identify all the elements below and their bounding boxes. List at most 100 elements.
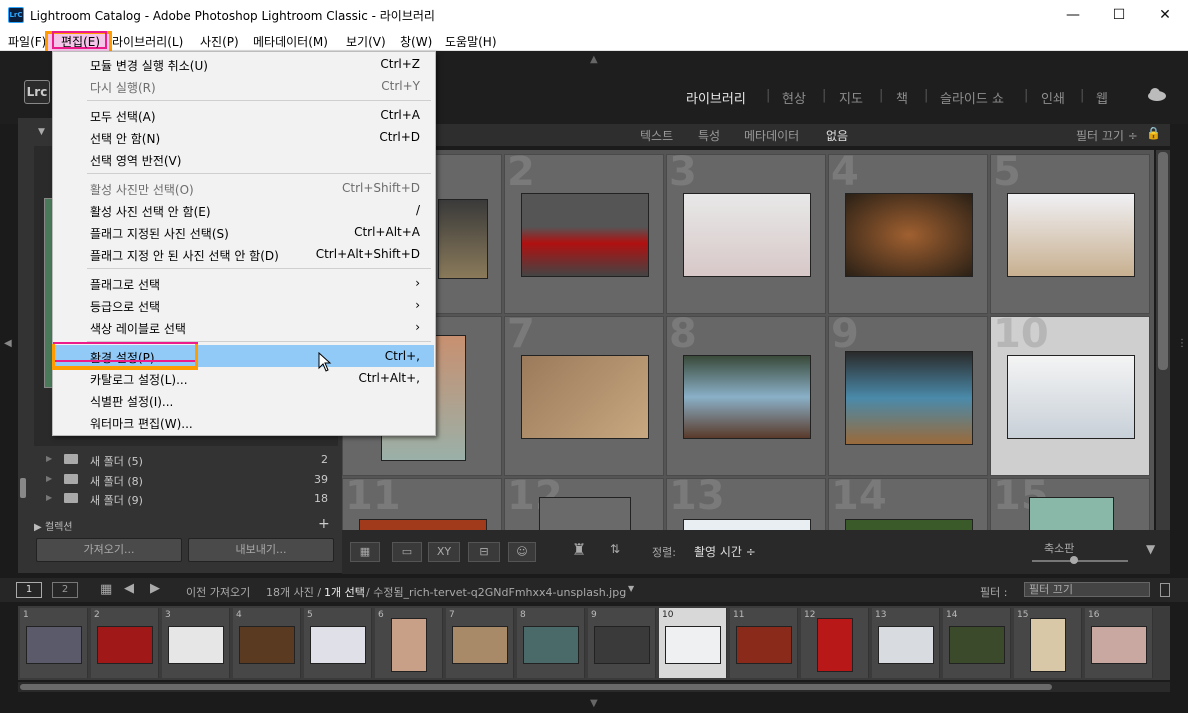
compare-view-icon[interactable]: XY	[428, 542, 460, 562]
thumbnail-slider[interactable]	[1032, 560, 1128, 562]
filter-none[interactable]: 없음	[826, 127, 848, 144]
filmstrip-thumb[interactable]: 6	[375, 608, 443, 678]
filmstrip-thumb[interactable]: 4	[233, 608, 301, 678]
collapse-bottom-icon[interactable]: ▼	[590, 698, 598, 709]
collections-header[interactable]: ▶ 컬렉션	[34, 518, 72, 533]
module-library[interactable]: 라이브러리	[686, 88, 746, 107]
filter-metadata[interactable]: 메타데이터	[744, 127, 799, 144]
menu-item-catalog-settings[interactable]: 카탈로그 설정(L)... Ctrl+Alt+,	[54, 367, 434, 389]
filter-preset[interactable]: 필터 끄기 ÷	[1076, 127, 1138, 144]
filmstrip-thumb[interactable]: 13	[872, 608, 940, 678]
sort-select[interactable]: 촬영 시간 ÷	[694, 543, 756, 560]
maximize-icon[interactable]: ☐	[1096, 0, 1142, 30]
back-arrow-icon[interactable]: ◀	[124, 581, 134, 596]
cloud-icon[interactable]	[1146, 86, 1168, 102]
folder-item[interactable]: ▶ 새 폴더 (9) 18	[34, 489, 334, 508]
module-book[interactable]: 책	[896, 88, 908, 107]
grid-cell[interactable]: 4	[828, 150, 988, 314]
collapse-top-icon[interactable]: ▲	[590, 54, 598, 65]
menu-item-identity-plate[interactable]: 식별판 설정(I)...	[54, 389, 434, 411]
minimize-icon[interactable]: —	[1050, 0, 1096, 30]
module-print[interactable]: 인쇄	[1041, 88, 1065, 107]
menu-item-undo[interactable]: 모듈 변경 실행 취소(U) Ctrl+Z	[54, 53, 434, 75]
grid-cell[interactable]: 9	[828, 311, 988, 476]
menu-item-select-none[interactable]: 선택 안 함(N) Ctrl+D	[54, 126, 434, 148]
monitor-2-button[interactable]: 2	[52, 582, 78, 598]
filmstrip-thumb[interactable]: 7	[446, 608, 514, 678]
grid-cell-selected[interactable]: 10	[990, 311, 1150, 476]
filmstrip-thumb-selected[interactable]: 10	[659, 608, 727, 678]
menu-library[interactable]: 라이브러리(L)	[112, 33, 183, 50]
filter-text[interactable]: 텍스트	[640, 127, 673, 144]
menu-edit[interactable]: 편집(E)	[61, 33, 100, 50]
menu-photo[interactable]: 사진(P)	[200, 33, 239, 50]
left-scrollbar[interactable]	[20, 478, 26, 498]
menu-item-edit-watermarks[interactable]: 워터마크 편집(W)...	[54, 411, 434, 433]
filmstrip-source[interactable]: 이전 가져오기	[186, 584, 250, 600]
grid-cell[interactable]: 11	[342, 473, 502, 530]
filmstrip-scroll-thumb[interactable]	[20, 684, 1052, 690]
export-button[interactable]: 내보내기...	[188, 538, 334, 562]
monitor-1-button[interactable]: 1	[16, 582, 42, 598]
thumbnail-slider-handle[interactable]	[1070, 556, 1078, 564]
people-view-icon[interactable]: ☺	[508, 542, 536, 562]
grid-cell[interactable]: 14	[828, 473, 988, 530]
survey-view-icon[interactable]: ⊟	[468, 542, 500, 562]
filmstrip-thumb[interactable]: 11	[730, 608, 798, 678]
grid-cell[interactable]: 12	[504, 473, 664, 530]
menu-item-invert-selection[interactable]: 선택 영역 반전(V)	[54, 148, 434, 170]
filmstrip-thumb[interactable]: 16	[1085, 608, 1153, 678]
grid-scroll-thumb[interactable]	[1158, 152, 1168, 370]
filmstrip-thumb[interactable]: 14	[943, 608, 1011, 678]
filmstrip-thumb[interactable]: 1	[20, 608, 88, 678]
menu-item-deselect-unflagged[interactable]: 플래그 지정 안 된 사진 선택 안 함(D) Ctrl+Alt+Shift+D	[54, 243, 434, 265]
toolbar-menu-icon[interactable]: ▼	[1146, 542, 1155, 556]
menu-help[interactable]: 도움말(H)	[445, 33, 497, 50]
loupe-view-icon[interactable]: ▭	[392, 542, 422, 562]
filmstrip-thumb[interactable]: 2	[91, 608, 159, 678]
menu-item-deselect-active[interactable]: 활성 사진 선택 안 함(E) /	[54, 199, 434, 221]
close-icon[interactable]: ✕	[1142, 0, 1188, 30]
menu-item-select-by-flag[interactable]: 플래그로 선택 ›	[54, 272, 434, 294]
selected-filename[interactable]: / 수정됨_rich-tervet-q2GNdFmhxx4-unsplash.j…	[366, 584, 626, 600]
spray-can-icon[interactable]: ♜	[572, 540, 586, 559]
menu-item-select-flagged[interactable]: 플래그 지정된 사진 선택(S) Ctrl+Alt+A	[54, 221, 434, 243]
menu-item-select-by-color-label[interactable]: 색상 레이블로 선택 ›	[54, 316, 434, 338]
module-web[interactable]: 웹	[1096, 88, 1108, 107]
collapse-right-icon[interactable]: ⋮	[1177, 338, 1187, 349]
collapse-left-icon[interactable]: ◀	[4, 338, 12, 349]
grid-cell[interactable]: 8	[666, 311, 826, 476]
grid-cell[interactable]: 13	[666, 473, 826, 530]
sort-direction-icon[interactable]: ⇅	[610, 542, 620, 556]
folder-item[interactable]: ▶ 새 폴더 (5) 2	[34, 450, 334, 469]
module-map[interactable]: 지도	[839, 88, 863, 107]
grid-cell[interactable]: 15	[990, 473, 1150, 530]
menu-item-select-active-only[interactable]: 활성 사진만 선택(O) Ctrl+Shift+D	[54, 177, 434, 199]
module-slideshow[interactable]: 슬라이드 쇼	[940, 88, 1004, 107]
grid-cell[interactable]: 2	[504, 150, 664, 314]
grid-cell[interactable]: 5	[990, 150, 1150, 314]
lock-icon[interactable]: 🔒	[1146, 126, 1161, 142]
menu-file[interactable]: 파일(F)	[8, 33, 46, 50]
grid-cell[interactable]: 7	[504, 311, 664, 476]
module-develop[interactable]: 현상	[782, 88, 806, 107]
menu-item-select-by-rating[interactable]: 등급으로 선택 ›	[54, 294, 434, 316]
menu-metadata[interactable]: 메타데이터(M)	[253, 33, 328, 50]
add-collection-icon[interactable]: +	[318, 516, 330, 532]
filmstrip-thumb[interactable]: 5	[304, 608, 372, 678]
menu-window[interactable]: 창(W)	[400, 33, 432, 50]
folder-item[interactable]: ▶ 새 폴더 (8) 39	[34, 470, 334, 489]
navigator-collapse-icon[interactable]: ▼	[38, 127, 45, 137]
filmstrip-thumb[interactable]: 8	[517, 608, 585, 678]
filmstrip-thumb[interactable]: 9	[588, 608, 656, 678]
filter-attribute[interactable]: 특성	[698, 127, 720, 144]
menu-view[interactable]: 보기(V)	[346, 33, 386, 50]
filename-dropdown-icon[interactable]: ▼	[628, 584, 634, 593]
filter-select[interactable]: 필터 끄기	[1024, 582, 1150, 597]
grid-icon[interactable]: ▦	[100, 582, 112, 597]
grid-view-icon[interactable]: ▦	[350, 542, 380, 562]
menu-item-redo[interactable]: 다시 실행(R) Ctrl+Y	[54, 75, 434, 97]
grid-cell[interactable]: 3	[666, 150, 826, 314]
filter-lock-icon[interactable]	[1160, 583, 1170, 597]
filmstrip-thumb[interactable]: 15	[1014, 608, 1082, 678]
